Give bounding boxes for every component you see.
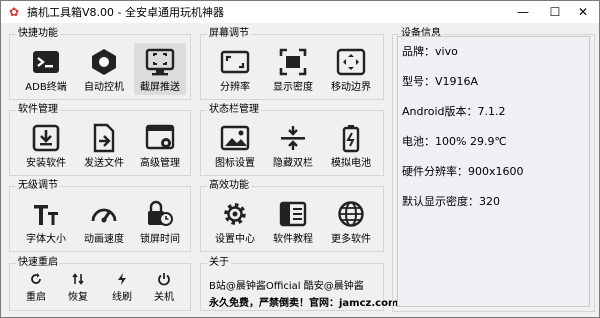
lock-time-button[interactable]: 锁屏时间	[134, 195, 186, 247]
auto-control-button[interactable]: 自动控机	[78, 43, 130, 95]
group-title: 无级调节	[16, 179, 60, 193]
gear-icon	[224, 203, 246, 225]
shutdown-button[interactable]: 关机	[146, 272, 182, 310]
more-software-button[interactable]: 更多软件	[325, 195, 377, 247]
about-website-text: 永久免费，严禁倒卖！官网：jamcz.com	[209, 298, 399, 309]
aspect-ratio-icon	[220, 50, 250, 74]
terminal-icon	[33, 51, 59, 73]
group-screen: 屏幕调节 分辨率 显示密度 移动边界	[200, 27, 384, 100]
device-density: 默认显示密度：320	[402, 195, 500, 208]
device-android-version: Android版本：7.1.2	[402, 105, 506, 118]
settings-center-button[interactable]: 设置中心	[209, 195, 261, 247]
tile-label: 截屏推送	[140, 82, 180, 93]
group-title: 屏幕调节	[207, 27, 251, 41]
file-send-icon	[93, 123, 115, 153]
globe-icon	[338, 201, 364, 227]
book-icon	[279, 201, 307, 227]
tile-label: 图标设置	[215, 158, 255, 169]
collapse-icon	[281, 126, 305, 150]
battery-icon	[342, 125, 360, 153]
app-window: ✿ 搞机工具箱V8.00 - 全安卓通用玩机神器 — ☐ ✕ 快捷功能 ADB终…	[0, 0, 600, 318]
recovery-label: 恢复	[68, 292, 88, 303]
reboot-label: 重启	[26, 292, 46, 303]
device-resolution: 硬件分辨率：900x1600	[402, 165, 524, 178]
fullscreen-icon	[279, 48, 307, 76]
flash-label: 线刷	[112, 292, 132, 303]
hexagon-icon	[92, 49, 116, 75]
tutorial-button[interactable]: 软件教程	[267, 195, 319, 247]
tile-label: 隐藏双栏	[273, 158, 313, 169]
hide-dual-bar-button[interactable]: 隐藏双栏	[267, 119, 319, 171]
device-battery: 电池：100% 29.9℃	[402, 135, 507, 148]
group-about: 关于 B站@晨钟酱Official 酷安@晨钟酱 永久免费，严禁倒卖！官网：ja…	[200, 256, 398, 311]
shutdown-label: 关机	[154, 292, 174, 303]
restart-icon	[31, 273, 41, 284]
advanced-manage-button[interactable]: 高级管理	[134, 119, 186, 171]
group-advanced: 高效功能 设置中心 软件教程 更多软件	[200, 179, 384, 252]
icon-settings-button[interactable]: 图标设置	[209, 119, 261, 171]
font-size-button[interactable]: 字体大小	[20, 195, 72, 247]
display-density-button[interactable]: 显示密度	[267, 43, 319, 95]
group-reboot: 快速重启 重启 恢复 线刷 关机	[9, 256, 191, 311]
swap-arrows-icon	[72, 273, 84, 285]
tile-label: 移动边界	[331, 82, 371, 93]
reboot-button[interactable]: 重启	[18, 272, 54, 310]
font-size-icon	[34, 205, 58, 225]
device-model: 型号：V1916A	[402, 75, 479, 88]
group-title: 快速重启	[16, 256, 60, 270]
group-title: 软件管理	[16, 103, 60, 117]
tile-label: 自动控机	[84, 82, 124, 93]
group-nolimit: 无级调节 字体大小 动画速度 锁屏时间	[9, 179, 191, 252]
tile-label: 模拟电池	[331, 158, 371, 169]
speedometer-icon	[91, 208, 117, 223]
window-title: 搞机工具箱V8.00 - 全安卓通用玩机神器	[27, 6, 224, 19]
power-icon	[158, 273, 170, 286]
resolution-button[interactable]: 分辨率	[209, 43, 261, 95]
about-social-text: B站@晨钟酱Official 酷安@晨钟酱	[209, 281, 364, 292]
group-statusbar: 状态栏管理 图标设置 隐藏双栏 模拟电池	[200, 103, 384, 176]
animation-speed-button[interactable]: 动画速度	[78, 195, 130, 247]
screenshot-push-button[interactable]: 截屏推送	[134, 43, 186, 95]
send-file-button[interactable]: 发送文件	[78, 119, 130, 171]
tile-label: 动画速度	[84, 234, 124, 245]
recovery-button[interactable]: 恢复	[60, 272, 96, 310]
group-software: 软件管理 安装软件 发送文件 高级管理	[9, 103, 191, 176]
install-app-button[interactable]: 安装软件	[20, 119, 72, 171]
tile-label: 更多软件	[331, 234, 371, 245]
app-logo-icon: ✿	[8, 5, 20, 19]
window-settings-icon	[145, 124, 175, 150]
install-icon	[32, 124, 60, 152]
simulate-battery-button[interactable]: 模拟电池	[325, 119, 377, 171]
group-title: 关于	[207, 256, 231, 270]
tile-label: 显示密度	[273, 82, 313, 93]
lock-clock-icon	[148, 200, 173, 226]
move-arrows-icon	[336, 48, 366, 76]
tile-label: 软件教程	[273, 234, 313, 245]
minimize-button[interactable]: —	[507, 1, 539, 23]
close-button[interactable]: ✕	[567, 1, 599, 23]
group-quick: 快捷功能 ADB终端 自动控机 截屏推送	[9, 27, 191, 100]
tile-label: 锁屏时间	[140, 234, 180, 245]
tile-label: 设置中心	[215, 234, 255, 245]
tile-label: ADB终端	[25, 82, 67, 93]
screen-capture-icon	[145, 48, 175, 76]
tile-label: 分辨率	[220, 82, 250, 93]
tile-label: 字体大小	[26, 234, 66, 245]
tile-label: 安装软件	[26, 158, 66, 169]
image-icon	[220, 125, 250, 151]
device-info-panel: 品牌：vivo 型号：V1916A Android版本：7.1.2 电池：100…	[397, 36, 590, 307]
group-title: 快捷功能	[16, 27, 60, 41]
group-title: 状态栏管理	[207, 103, 261, 117]
tile-label: 高级管理	[140, 158, 180, 169]
tile-label: 发送文件	[84, 158, 124, 169]
device-brand: 品牌：vivo	[402, 45, 458, 58]
group-title: 高效功能	[207, 179, 251, 193]
adb-terminal-button[interactable]: ADB终端	[20, 43, 72, 95]
lightning-icon	[118, 273, 126, 285]
move-boundary-button[interactable]: 移动边界	[325, 43, 377, 95]
flash-button[interactable]: 线刷	[104, 272, 140, 310]
